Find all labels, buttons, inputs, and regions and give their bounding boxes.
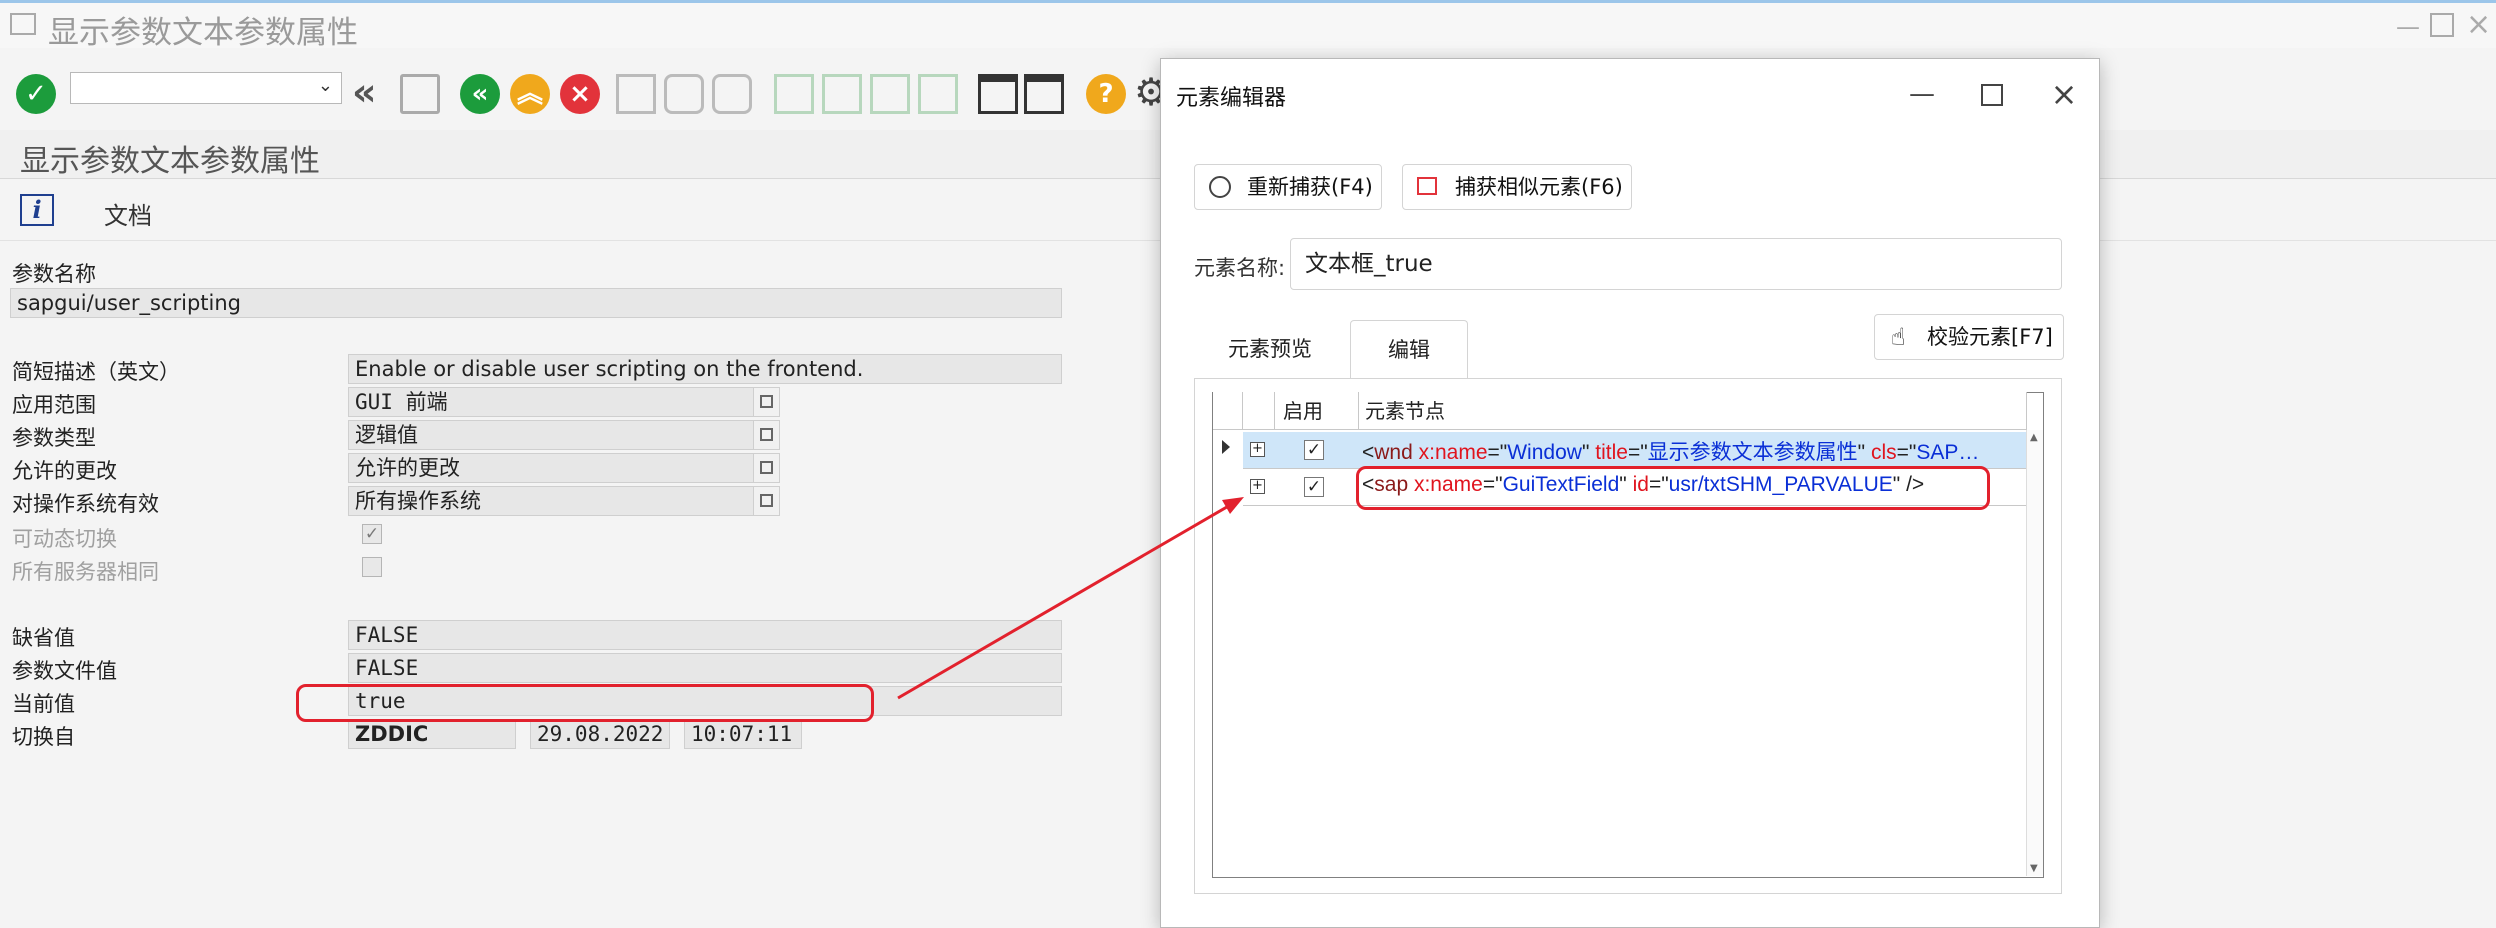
annotation-arrow — [897, 497, 1244, 700]
